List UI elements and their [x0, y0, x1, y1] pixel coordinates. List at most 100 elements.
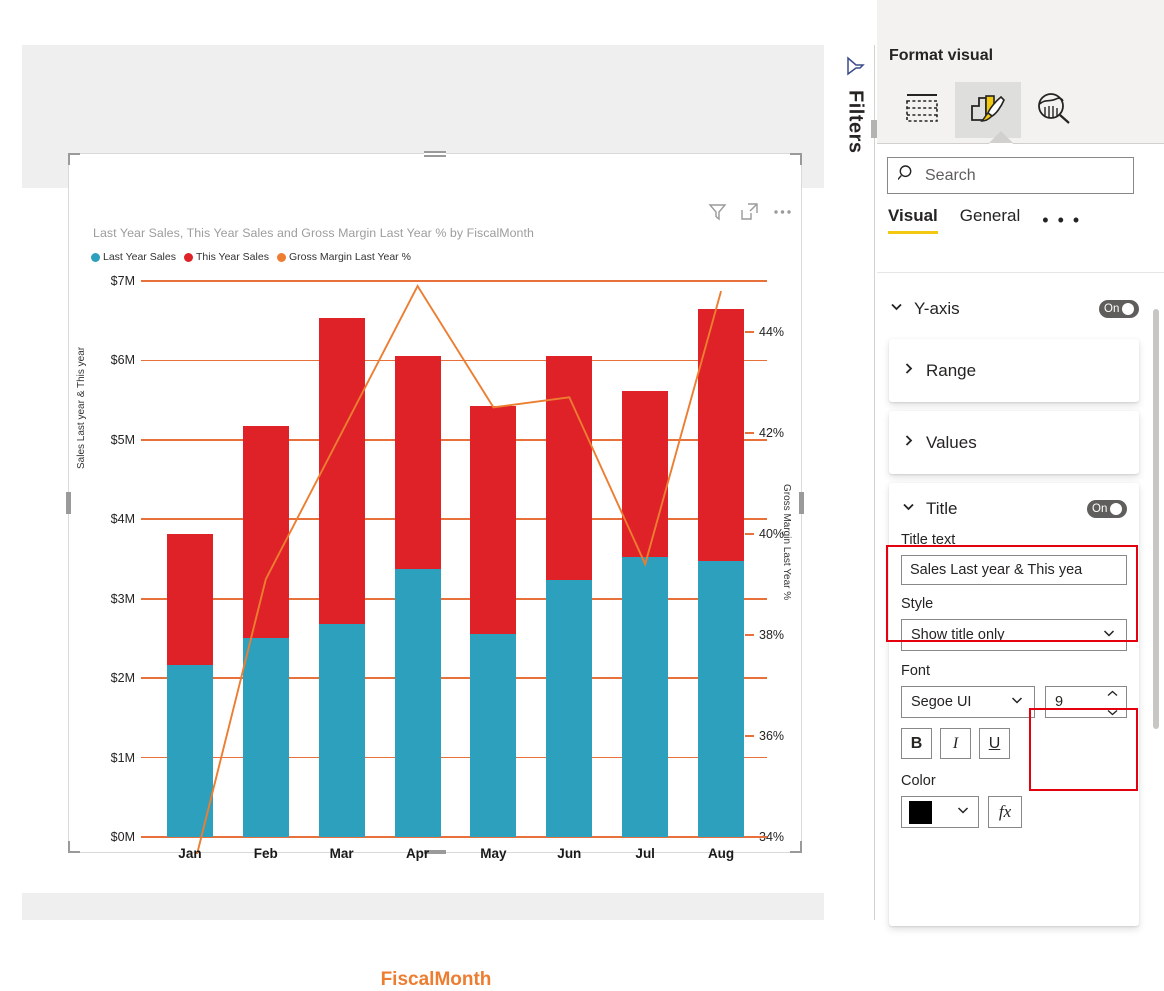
filters-pane-collapsed[interactable]: Filters [836, 45, 874, 920]
color-swatch [909, 800, 932, 824]
y-axis-right-tickmark [745, 734, 754, 737]
y-axis-right-tick-label: 40% [759, 526, 785, 541]
chevron-down-icon[interactable] [901, 499, 916, 519]
format-visual-pane[interactable]: Format visual Search Visual General • • … [877, 0, 1164, 966]
title-card[interactable]: Title On Title text Sales Last year & Th… [889, 483, 1139, 926]
y-axis-left-tick-label: $6M [110, 353, 135, 368]
y-axis-left-tick-label: $7M [110, 274, 135, 288]
underline-button[interactable]: U [979, 728, 1010, 759]
gridline [141, 280, 767, 282]
y-axis-right-tick-label: 44% [759, 324, 785, 339]
color-picker[interactable] [901, 796, 979, 828]
bar-this-year-sales[interactable] [394, 356, 441, 569]
bar-last-year-sales[interactable] [394, 568, 441, 837]
bar-last-year-sales[interactable] [242, 637, 289, 837]
format-pane-scrollbar[interactable] [1153, 309, 1159, 729]
x-axis-label: Feb [253, 846, 278, 861]
title-text-input[interactable]: Sales Last year & This yea [901, 555, 1127, 585]
chevron-down-icon [955, 802, 971, 823]
y-axis-right-tick-label: 38% [759, 627, 785, 642]
conditional-formatting-button[interactable]: fx [988, 796, 1022, 828]
font-family-value: Segoe UI [911, 694, 972, 710]
chevron-down-icon[interactable] [889, 299, 904, 319]
bar-this-year-sales[interactable] [546, 355, 593, 580]
chevron-down-icon [1009, 692, 1025, 712]
color-label: Color [901, 773, 936, 789]
chart-plot-area[interactable]: Sales Last year & This year Gross Margin… [69, 154, 803, 990]
font-size-value: 9 [1055, 694, 1064, 710]
values-card-label: Values [926, 432, 977, 452]
format-pane-tab-strip[interactable] [877, 74, 1164, 146]
italic-button[interactable]: I [940, 728, 971, 759]
tab-general[interactable]: General [960, 206, 1020, 234]
format-pane-body[interactable]: Search Visual General • • • Y-axis On Ra… [877, 144, 1164, 966]
bar-this-year-sales[interactable] [470, 405, 517, 635]
bar-this-year-sales[interactable] [242, 426, 289, 638]
font-size-spinner[interactable]: 9 [1045, 686, 1127, 718]
search-input[interactable]: Search [887, 157, 1134, 194]
bar-this-year-sales[interactable] [318, 317, 365, 625]
analytics-tab[interactable] [1021, 82, 1087, 138]
bar-this-year-sales[interactable] [698, 308, 745, 562]
bar-last-year-sales[interactable] [546, 579, 593, 837]
tab-visual[interactable]: Visual [888, 206, 938, 234]
yaxis-section-header[interactable]: Y-axis On [889, 299, 1139, 319]
bar-last-year-sales[interactable] [166, 664, 213, 837]
range-card[interactable]: Range [889, 339, 1139, 402]
visual-header-toolbar[interactable] [708, 202, 793, 221]
bar-last-year-sales[interactable] [318, 624, 365, 837]
section-more-options-icon[interactable]: • • • [1042, 210, 1081, 231]
yaxis-toggle-label: On [1104, 303, 1120, 315]
bar-last-year-sales[interactable] [470, 634, 517, 837]
filter-funnel-icon[interactable] [844, 55, 866, 82]
filter-icon[interactable] [708, 202, 727, 221]
chevron-up-icon[interactable] [1106, 685, 1119, 701]
title-toggle-label: On [1092, 503, 1108, 515]
bar-last-year-sales[interactable] [622, 557, 669, 837]
y-axis-title-right: Gross Margin Last Year % [781, 484, 792, 601]
x-axis-label: Mar [329, 846, 354, 861]
more-options-icon[interactable] [772, 202, 793, 221]
bar-this-year-sales[interactable] [166, 534, 213, 665]
chevron-right-icon[interactable] [901, 433, 916, 453]
title-toggle[interactable]: On [1087, 500, 1127, 518]
title-card-label: Title [926, 499, 958, 518]
values-card[interactable]: Values [889, 411, 1139, 474]
fields-tab[interactable] [889, 82, 955, 138]
font-label: Font [901, 663, 931, 679]
format-tab[interactable] [955, 82, 1021, 138]
filters-pane-label[interactable]: Filters [844, 90, 867, 154]
x-axis-title: FiscalMonth [380, 969, 492, 990]
bold-button[interactable]: B [901, 728, 932, 759]
font-family-dropdown[interactable]: Segoe UI [901, 686, 1035, 718]
magnifier-chart-icon [1034, 90, 1074, 131]
bar-this-year-sales[interactable] [622, 391, 669, 558]
spinner-arrows[interactable] [1106, 685, 1119, 720]
x-axis-label: Aug [707, 846, 735, 861]
chevron-right-icon[interactable] [901, 361, 916, 381]
title-toggle-knob [1110, 503, 1123, 515]
y-axis-left-tick-label: $3M [110, 591, 135, 606]
yaxis-toggle-knob [1122, 303, 1135, 315]
chevron-down-icon[interactable] [1106, 704, 1119, 720]
search-placeholder: Search [925, 166, 976, 184]
format-pane-title: Format visual [889, 47, 994, 64]
x-axis-label: Jul [635, 846, 655, 861]
y-axis-right-tick-label: 36% [759, 728, 785, 743]
style-dropdown[interactable]: Show title only [901, 619, 1127, 651]
focus-mode-icon[interactable] [740, 202, 759, 221]
y-axis-left-tick-label: $2M [110, 671, 135, 686]
yaxis-toggle[interactable]: On [1099, 300, 1139, 318]
chart-visual-container[interactable]: Last Year Sales, This Year Sales and Gro… [66, 151, 804, 990]
y-axis-right-tickmark [745, 532, 754, 535]
y-axis-left-tick-label: $5M [110, 432, 135, 447]
format-section-tabs[interactable]: Visual General • • • [888, 206, 1081, 234]
gridline [141, 836, 767, 838]
gridline [141, 359, 767, 362]
y-axis-left-tick-label: $1M [110, 750, 135, 765]
y-axis-right-tickmark [745, 330, 754, 333]
filters-pane-divider [874, 45, 875, 920]
x-axis-label: May [480, 846, 507, 861]
style-dropdown-value: Show title only [911, 627, 1005, 643]
bar-last-year-sales[interactable] [698, 561, 745, 837]
